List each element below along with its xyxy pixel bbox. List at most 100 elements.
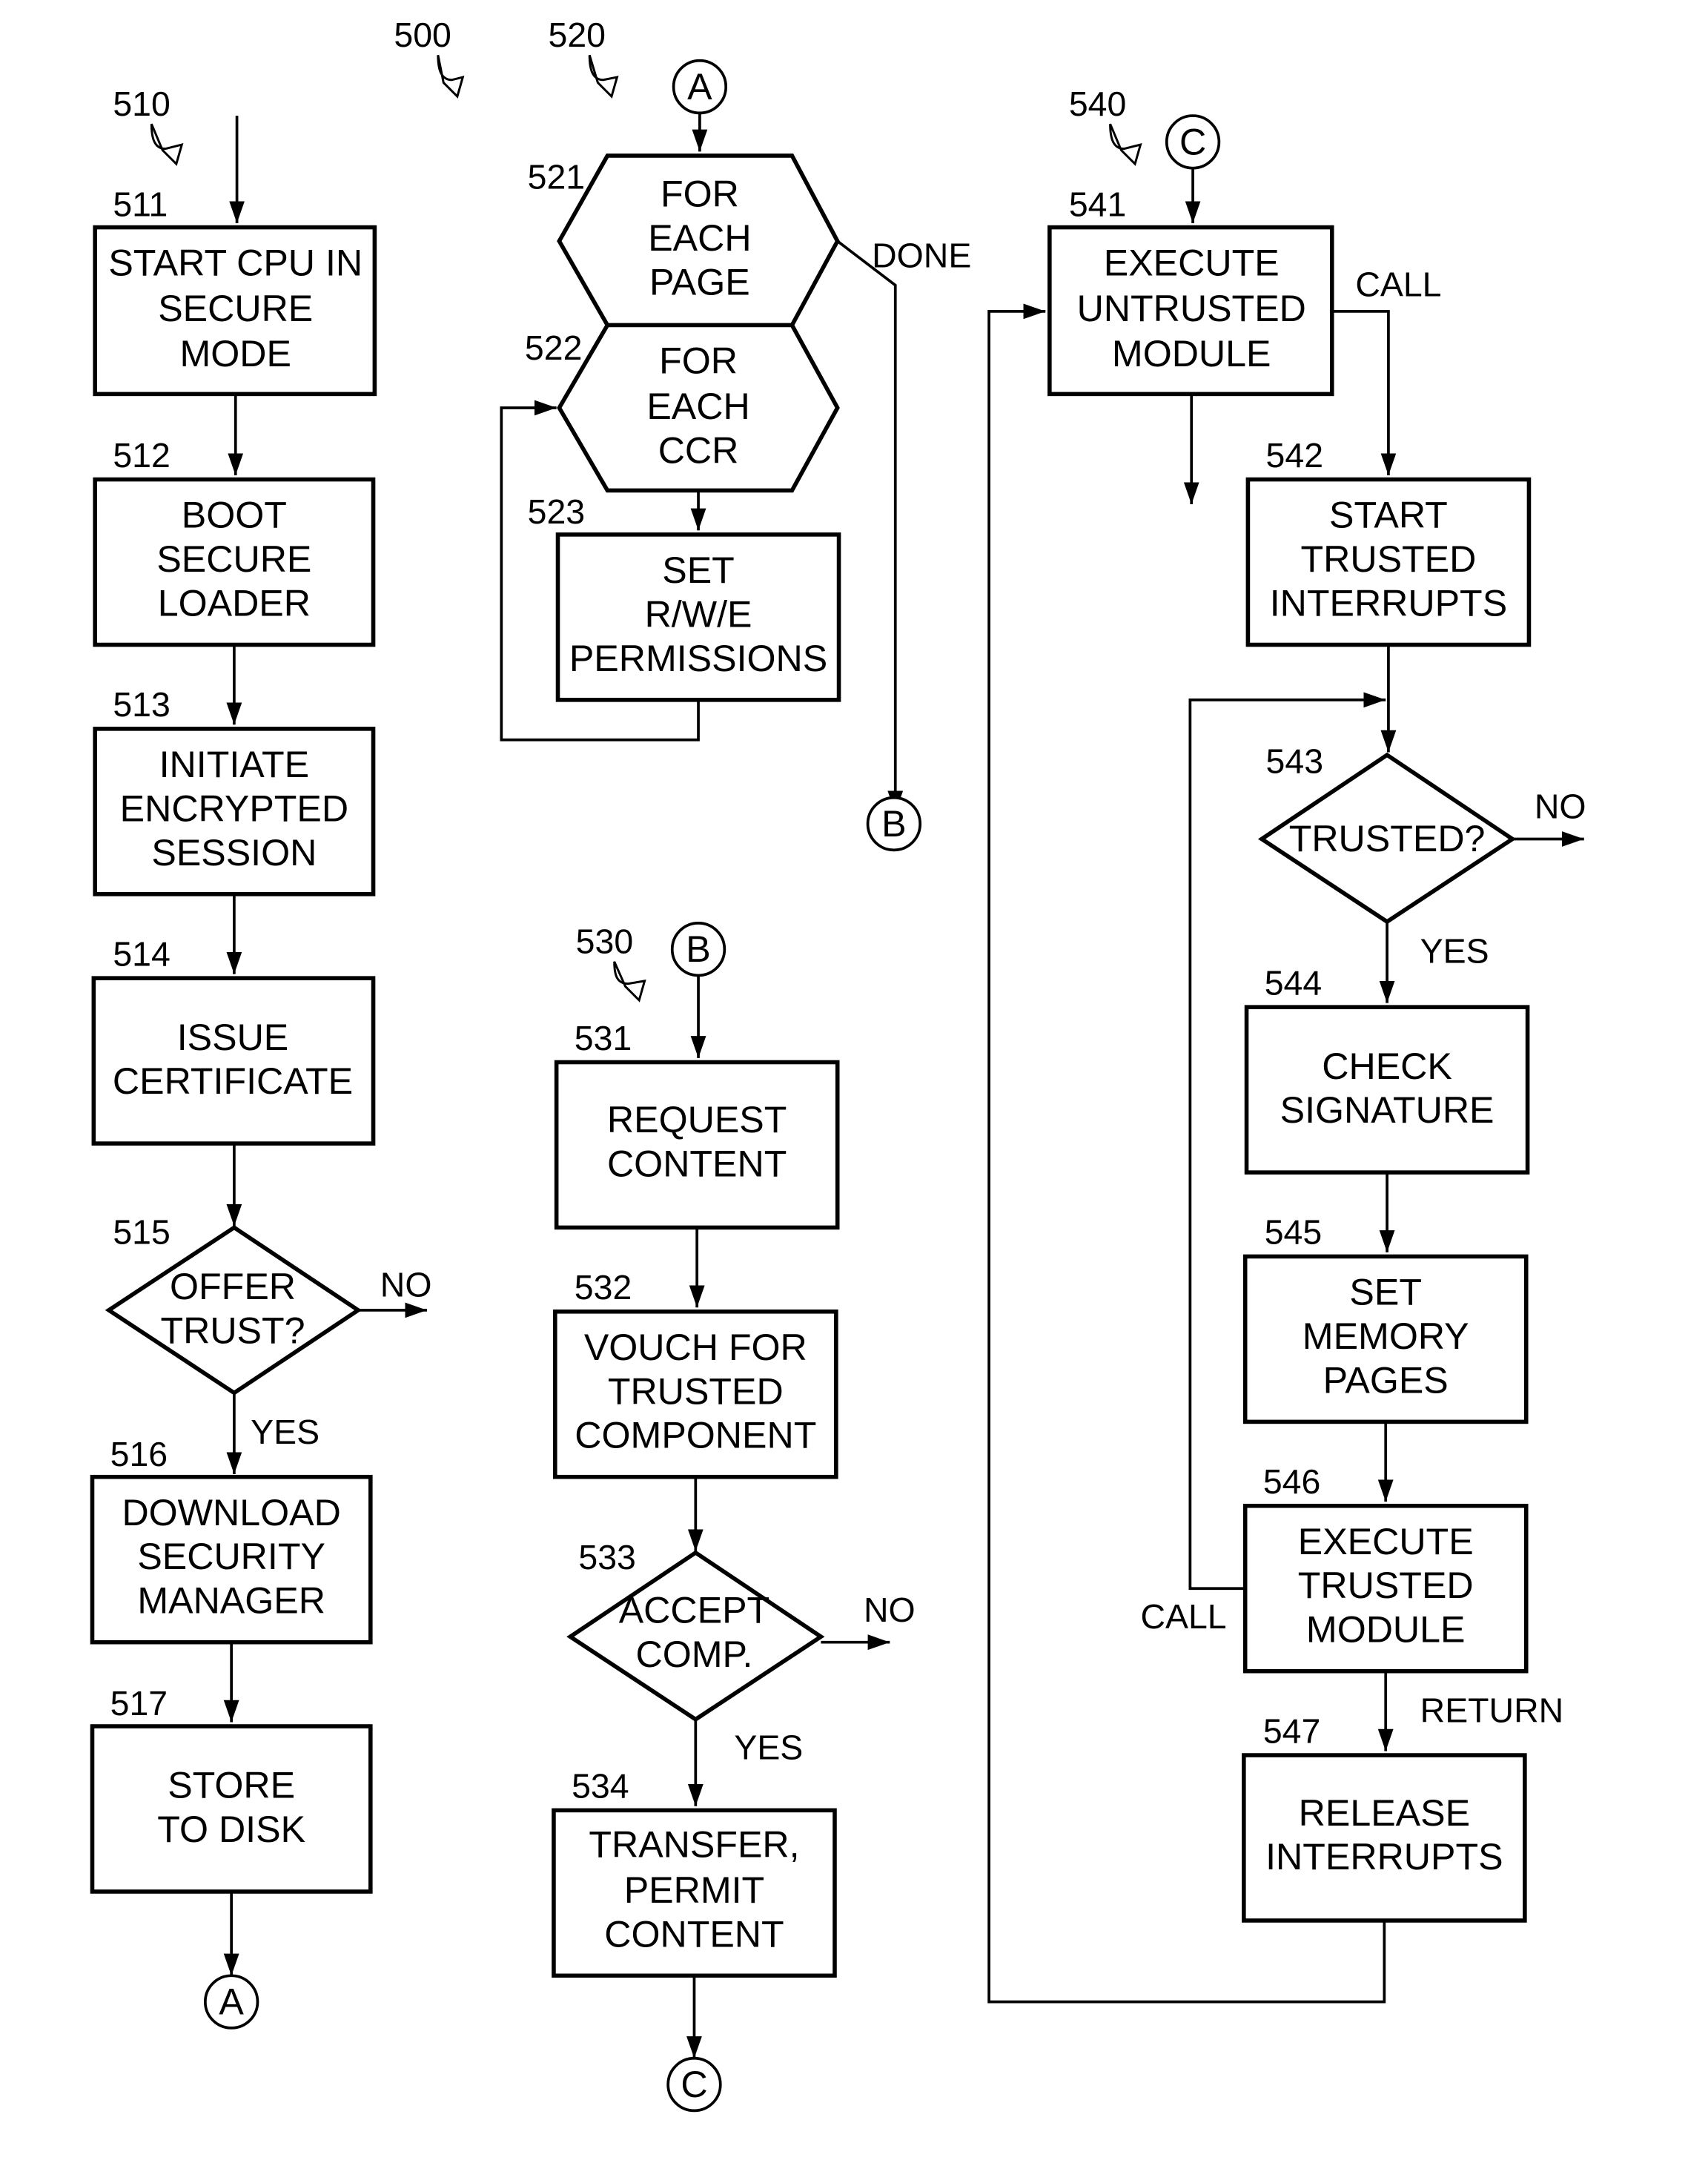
connector-C-out[interactable]: C xyxy=(666,2056,722,2113)
step-532-ref: 532 xyxy=(575,1268,632,1307)
step-516[interactable]: 516 DOWNLOAD SECURITY MANAGER xyxy=(90,1435,373,1645)
step-523[interactable]: 523 SET R/W/E PERMISSIONS xyxy=(528,492,841,702)
step-516-ref: 516 xyxy=(110,1435,168,1473)
step-511-line-3: MODE xyxy=(179,333,291,374)
step-513-ref: 513 xyxy=(113,685,170,724)
decision-515[interactable]: 515 OFFER TRUST? xyxy=(105,1213,363,1396)
step-516-line-3: MANAGER xyxy=(137,1580,325,1622)
step-542-ref: 542 xyxy=(1266,436,1323,475)
step-532-line-3: COMPONENT xyxy=(575,1415,816,1456)
flow-540: C 541 EXECUTE UNTRUSTED MODULE CALL 542 … xyxy=(987,114,1586,2004)
ref-pointer-500 xyxy=(437,55,465,99)
connector-B-in[interactable]: B xyxy=(670,921,726,977)
step-523-line-2: R/W/E xyxy=(645,593,752,635)
step-544-line-1: CHECK xyxy=(1322,1046,1452,1087)
flow-ref-530: 530 xyxy=(576,922,633,961)
flow-ref-520: 520 xyxy=(549,16,606,54)
loop-521-line-3: PAGE xyxy=(649,262,750,303)
step-511-line-2: SECURE xyxy=(158,288,313,329)
ref-pointer-520 xyxy=(588,54,619,99)
flow-510: 511 START CPU IN SECURE MODE 512 BOOT SE… xyxy=(90,116,432,2030)
step-542-line-1: START xyxy=(1329,495,1448,536)
edge-label-no-533: NO xyxy=(864,1591,916,1629)
step-511[interactable]: 511 START CPU IN SECURE MODE xyxy=(93,185,377,397)
decision-543-ref: 543 xyxy=(1266,742,1323,780)
loop-521[interactable]: 521 FOR EACH PAGE xyxy=(528,153,840,328)
step-523-ref: 523 xyxy=(528,492,585,531)
edge-label-call-546: CALL xyxy=(1140,1597,1226,1636)
step-534-line-2: PERMIT xyxy=(624,1869,764,1911)
flow-520: A 521 FOR EACH PAGE DONE 522 FOR EACH CC… xyxy=(500,59,971,852)
decision-515-line-2: TRUST? xyxy=(160,1310,305,1352)
connector-C-in[interactable]: C xyxy=(1165,114,1221,170)
decision-533-line-1: ACCEPT xyxy=(619,1590,769,1631)
decision-543[interactable]: 543 TRUSTED? xyxy=(1257,742,1517,925)
step-546-line-1: EXECUTE xyxy=(1298,1521,1474,1562)
step-512-ref: 512 xyxy=(113,436,170,475)
connector-A-in[interactable]: A xyxy=(672,59,728,115)
step-523-line-3: PERMISSIONS xyxy=(569,638,827,679)
decision-543-line-1: TRUSTED? xyxy=(1289,818,1486,859)
step-517-ref: 517 xyxy=(110,1684,168,1723)
step-514-line-1: ISSUE xyxy=(177,1017,289,1058)
step-531-line-2: CONTENT xyxy=(607,1143,787,1185)
flow-ref-510: 510 xyxy=(113,85,170,123)
decision-533-line-2: COMP. xyxy=(635,1634,752,1675)
step-511-line-1: START CPU IN xyxy=(108,242,363,284)
step-513-line-1: INITIATE xyxy=(159,744,310,785)
loop-521-line-1: FOR xyxy=(661,174,739,215)
step-542-line-3: INTERRUPTS xyxy=(1270,583,1507,624)
ref-pointer-540 xyxy=(1109,123,1142,166)
connector-B-out-label: B xyxy=(881,803,906,845)
edge-label-yes-543: YES xyxy=(1420,932,1489,971)
step-541-line-2: UNTRUSTED xyxy=(1077,288,1306,329)
connector-B-out[interactable]: B xyxy=(866,796,922,852)
step-516-line-2: SECURITY xyxy=(137,1536,325,1577)
step-517-line-2: TO DISK xyxy=(157,1809,305,1850)
connector-C-out-label: C xyxy=(681,2064,707,2105)
figure-ref-500: 500 xyxy=(394,16,451,54)
loop-521-line-2: EACH xyxy=(648,217,751,259)
step-532-line-2: TRUSTED xyxy=(608,1370,784,1412)
step-534[interactable]: 534 TRANSFER, PERMIT CONTENT xyxy=(552,1767,837,1978)
loop-522[interactable]: 522 FOR EACH CCR xyxy=(525,323,840,493)
decision-533[interactable]: 533 ACCEPT COMP. xyxy=(566,1538,825,1723)
step-512-line-2: SECURE xyxy=(156,538,311,580)
connector-A-out[interactable]: A xyxy=(203,1974,259,2030)
connector-C-in-label: C xyxy=(1179,121,1206,162)
step-531-ref: 531 xyxy=(575,1019,632,1057)
connector-A-out-label: A xyxy=(219,1981,244,2023)
step-546-line-3: MODULE xyxy=(1306,1609,1466,1651)
step-541-line-3: MODULE xyxy=(1112,333,1271,374)
edge-label-yes-515: YES xyxy=(251,1413,320,1451)
step-512-line-1: BOOT xyxy=(182,495,287,536)
step-547-line-2: INTERRUPTS xyxy=(1265,1836,1503,1878)
ref-pointer-530 xyxy=(613,961,646,1003)
step-517-line-1: STORE xyxy=(168,1765,295,1806)
edge-label-call-541: CALL xyxy=(1355,265,1441,303)
step-513-line-3: SESSION xyxy=(151,832,317,874)
step-547-line-1: RELEASE xyxy=(1299,1792,1470,1834)
edge-label-done: DONE xyxy=(872,236,971,274)
step-511-ref: 511 xyxy=(113,185,168,224)
step-545-ref: 545 xyxy=(1265,1213,1322,1252)
flowchart-figure-500: 500 510 520 530 540 511 START CPU IN SEC… xyxy=(90,16,1586,2113)
edge-label-return-546: RETURN xyxy=(1420,1691,1563,1729)
loop-522-ref: 522 xyxy=(525,328,582,367)
edge-label-no-515: NO xyxy=(380,1265,432,1304)
step-541-ref: 541 xyxy=(1069,185,1126,224)
loop-521-ref: 521 xyxy=(528,158,585,197)
loop-522-line-3: CCR xyxy=(658,429,739,471)
step-513-line-2: ENCRYPTED xyxy=(120,787,348,829)
arrow-521-done xyxy=(836,240,904,813)
decision-533-ref: 533 xyxy=(578,1538,635,1576)
flow-ref-540: 540 xyxy=(1069,85,1126,123)
step-516-line-1: DOWNLOAD xyxy=(122,1492,340,1533)
step-547-ref: 547 xyxy=(1263,1711,1320,1750)
step-546-line-2: TRUSTED xyxy=(1298,1565,1474,1606)
decision-515-line-1: OFFER xyxy=(170,1266,296,1307)
arrow-541-call-542 xyxy=(1331,310,1397,475)
step-534-line-3: CONTENT xyxy=(604,1913,784,1955)
step-545-line-3: PAGES xyxy=(1323,1359,1449,1401)
step-541[interactable]: 541 EXECUTE UNTRUSTED MODULE xyxy=(1047,185,1334,397)
